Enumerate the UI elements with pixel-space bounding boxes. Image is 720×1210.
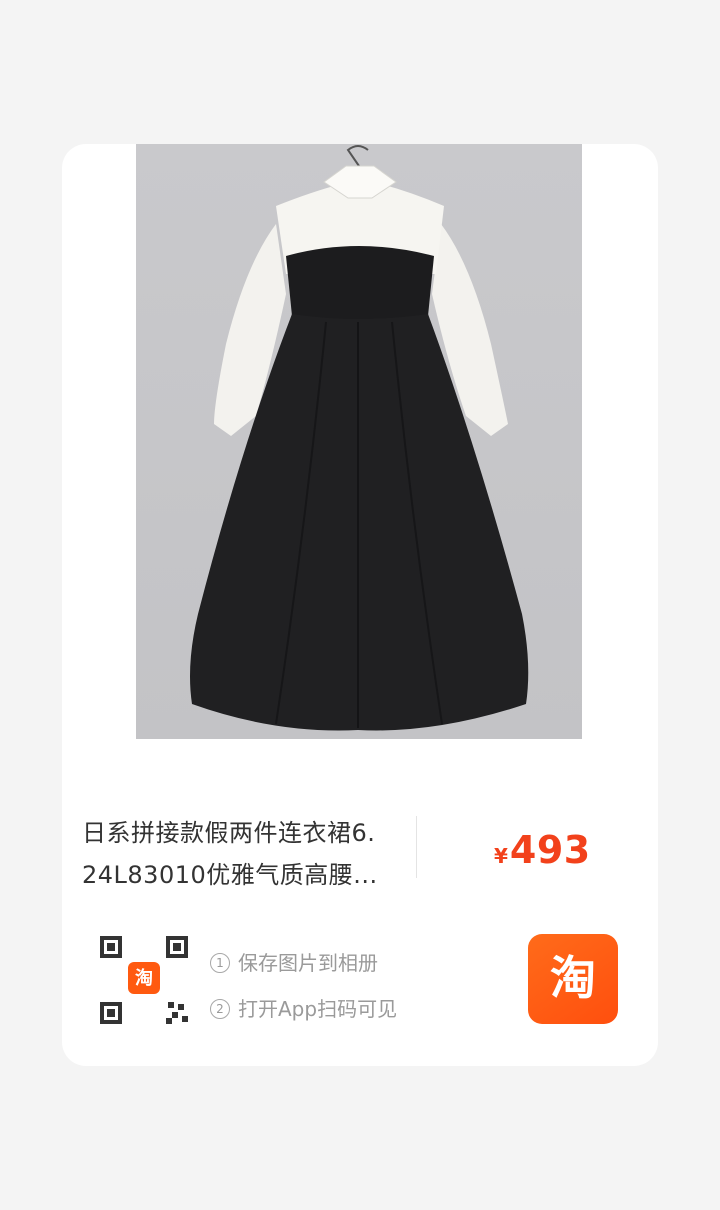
qr-code-icon[interactable]: 淘 (96, 932, 192, 1028)
app-logo-text: 淘 (550, 951, 596, 1005)
product-title[interactable]: 日系拼接款假两件连衣裙6. 24L83010优雅气质高腰... (82, 812, 404, 896)
step-save-image: 1 保存图片到相册 (210, 940, 397, 986)
price-currency: ¥ (494, 844, 508, 868)
step-open-app: 2 打开App扫码可见 (210, 986, 397, 1032)
step-1-text: 保存图片到相册 (238, 951, 378, 975)
step-2-text: 打开App扫码可见 (238, 997, 398, 1021)
share-steps: 1 保存图片到相册 2 打开App扫码可见 (210, 940, 397, 1032)
step-2-number: 2 (210, 999, 230, 1019)
product-title-line-1: 日系拼接款假两件连衣裙6. (82, 819, 376, 847)
price: ¥ 493 (494, 828, 591, 872)
share-card: 日系拼接款假两件连衣裙6. 24L83010优雅气质高腰... ¥ 493 淘 … (62, 144, 658, 1066)
divider (416, 816, 417, 878)
taobao-logo-icon[interactable]: 淘 (528, 934, 618, 1024)
product-image[interactable] (136, 144, 582, 739)
product-title-line-2: 24L83010优雅气质高腰... (82, 861, 378, 889)
price-value: 493 (509, 828, 591, 872)
step-1-number: 1 (210, 953, 230, 973)
dress-illustration (190, 145, 529, 731)
qr-badge-text: 淘 (135, 967, 153, 989)
